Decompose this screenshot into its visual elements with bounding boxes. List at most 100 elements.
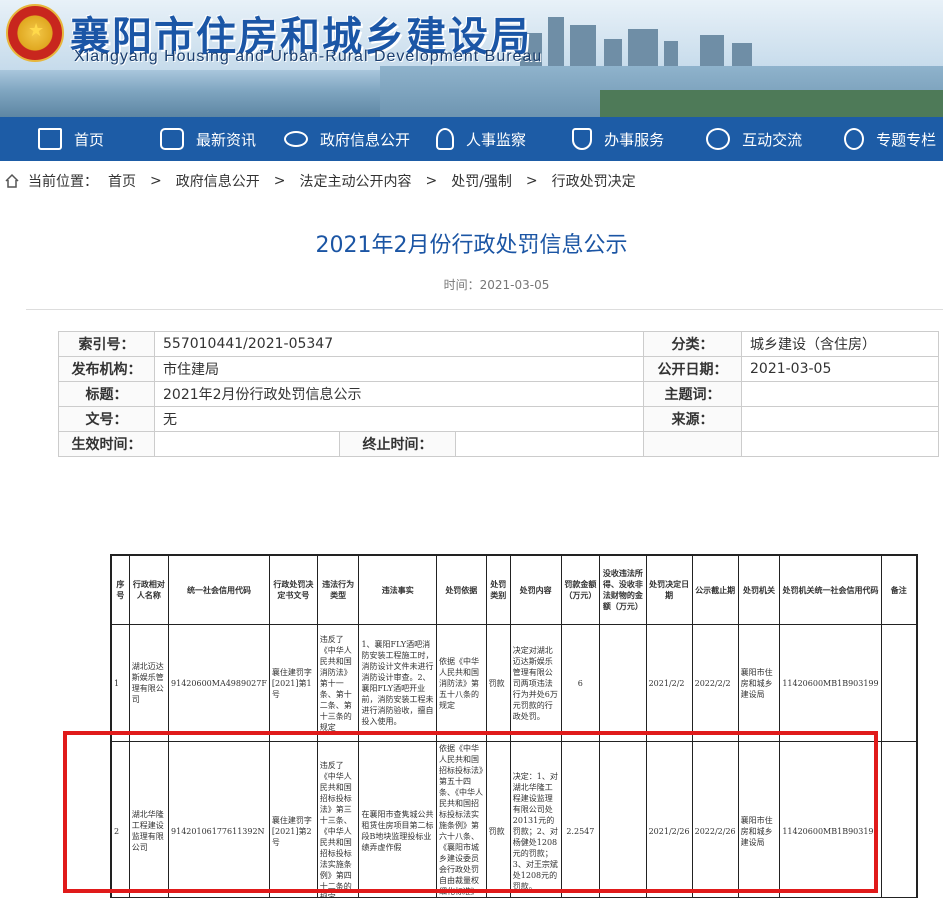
- table-cell: 1: [111, 624, 130, 742]
- banner-building: [570, 25, 596, 69]
- table-header: 处罚机关: [737, 555, 781, 625]
- table-header: 违法行为类型: [316, 555, 360, 625]
- table-header: 行政相对人名称: [128, 555, 170, 625]
- table-cell: 罚款: [485, 624, 511, 742]
- meta-key: 分类：: [643, 331, 742, 357]
- meta-key: 生效时间：: [58, 431, 155, 457]
- table-header: 序号: [111, 555, 130, 625]
- nav-item-gov-info[interactable]: 政府信息公开: [284, 117, 410, 161]
- table-row: 1 湖北迈达斯娱乐管理有限公司 91420600MA4989027F 襄住建罚字…: [111, 624, 917, 742]
- meta-docno: 无: [154, 406, 644, 432]
- meta-org: 市住建局: [154, 356, 644, 382]
- table-header: 处罚机关统一社会信用代码: [779, 555, 882, 625]
- table-cell: 1、襄阳FLY酒吧消防安装工程施工时，消防设计文件未进行消防设计审查。2、襄阳F…: [358, 624, 437, 742]
- table-header: 处罚内容: [509, 555, 562, 625]
- table-cell: 91420600MA4989027F: [168, 624, 270, 742]
- breadcrumb-gov-info[interactable]: 政府信息公开: [176, 171, 260, 191]
- shield-icon: [572, 128, 593, 150]
- main-nav: 首页 最新资讯 政府信息公开 人事监察 办事服务 互动交流 专题专栏: [0, 117, 943, 161]
- table-cell: [880, 741, 917, 897]
- meta-row: 发布机构： 市住建局 公开日期： 2021-03-05: [58, 356, 939, 382]
- nav-item-personnel[interactable]: 人事监察: [436, 117, 526, 161]
- nav-label: 专题专栏: [876, 130, 937, 149]
- table-cell: 违反了《中华人民共和国消防法》第十一条、第十二条、第十三条的规定: [316, 624, 360, 742]
- breadcrumb-label: 当前位置：: [28, 174, 98, 190]
- meta-table: 索引号： 557010441/2021-05347 分类： 城乡建设（含住房） …: [58, 331, 939, 457]
- breadcrumb-separator: >: [273, 173, 286, 189]
- meta-key: 主题词：: [643, 381, 742, 407]
- meta-topic: [741, 381, 939, 407]
- banner-building: [664, 41, 678, 69]
- table-cell: 襄阳市住房和城乡建设局: [737, 624, 781, 742]
- star-icon: [844, 128, 865, 150]
- meta-row: 生效时间： 终止时间：: [58, 431, 939, 457]
- table-header-row: 序号 行政相对人名称 统一社会信用代码 行政处罚决定书文号 违法行为类型 违法事…: [111, 555, 917, 625]
- table-cell: 2022/2/2: [691, 624, 739, 742]
- nav-item-interaction[interactable]: 互动交流: [706, 117, 802, 161]
- home-icon: [5, 173, 19, 188]
- nav-label: 首页: [74, 130, 105, 149]
- home-icon: [38, 128, 62, 150]
- meta-key: 公开日期：: [643, 356, 742, 382]
- breadcrumb-separator: >: [150, 173, 162, 189]
- meta-key: 索引号：: [58, 331, 155, 357]
- publish-time: 时间：2021-03-05: [443, 278, 550, 292]
- eye-icon: [284, 131, 309, 147]
- meta-row: 索引号： 557010441/2021-05347 分类： 城乡建设（含住房）: [58, 331, 939, 357]
- header-banner: ★ 襄阳市住房和城乡建设局 Xiangyang Housing and Urba…: [0, 0, 943, 117]
- table-cell: 决定对湖北迈达斯娱乐管理有限公司两项违法行为并处6万元罚款的行政处罚。: [509, 624, 562, 742]
- table-header: 处罚依据: [435, 555, 487, 625]
- breadcrumb-home[interactable]: 首页: [108, 171, 136, 191]
- banner-building: [628, 29, 658, 69]
- banner-shore: [600, 90, 943, 117]
- breadcrumb-statutory[interactable]: 法定主动公开内容: [299, 171, 411, 191]
- table-header: 统一社会信用代码: [168, 555, 270, 625]
- table-header: 处罚类别: [485, 555, 511, 625]
- table-cell: 襄住建罚字[2021]第1号: [268, 624, 318, 742]
- nav-label: 人事监察: [466, 130, 527, 149]
- nav-item-service[interactable]: 办事服务: [572, 117, 664, 161]
- table-header: 公示截止期: [691, 555, 739, 625]
- nav-label: 政府信息公开: [320, 130, 411, 149]
- person-icon: [436, 128, 455, 150]
- nav-label: 最新资讯: [196, 130, 257, 149]
- breadcrumb-penalty[interactable]: 处罚/强制: [451, 171, 512, 191]
- nav-item-special[interactable]: 专题专栏: [844, 117, 936, 161]
- table-cell: 2021/2/2: [645, 624, 693, 742]
- table-header: 罚款金额（万元）: [560, 555, 601, 625]
- table-cell: [880, 624, 917, 742]
- breadcrumb-separator: >: [425, 173, 438, 189]
- meta-source: [741, 406, 939, 432]
- meta-date: 2021-03-05: [741, 356, 939, 382]
- breadcrumb: 当前位置： 首页 > 政府信息公开 > 法定主动公开内容 > 处罚/强制 > 行…: [0, 168, 636, 194]
- nav-item-news[interactable]: 最新资讯: [160, 117, 256, 161]
- meta-key: [643, 431, 742, 457]
- meta-row: 文号： 无 来源：: [58, 406, 939, 432]
- meta-title: 2021年2月份行政处罚信息公示: [154, 381, 644, 407]
- breadcrumb-current[interactable]: 行政处罚决定: [552, 171, 636, 191]
- meta-key: 来源：: [643, 406, 742, 432]
- meta-row: 标题： 2021年2月份行政处罚信息公示 主题词：: [58, 381, 939, 407]
- meta-empty: [741, 431, 939, 457]
- divider: [26, 309, 943, 310]
- table-cell: 湖北迈达斯娱乐管理有限公司: [128, 624, 170, 742]
- news-icon: [160, 128, 185, 150]
- table-cell: 11420600MB1B903199: [779, 624, 882, 742]
- table-cell: 6: [560, 624, 601, 742]
- meta-effective: [154, 431, 340, 457]
- nav-item-home[interactable]: 首页: [38, 117, 104, 161]
- nav-label: 办事服务: [604, 130, 665, 149]
- national-emblem-icon: ★: [6, 4, 64, 62]
- meta-key: 发布机构：: [58, 356, 155, 382]
- site-subtitle: Xiangyang Housing and Urban-Rural Develo…: [74, 48, 543, 65]
- banner-building: [700, 35, 724, 69]
- banner-building: [548, 17, 564, 69]
- highlight-box: [63, 731, 878, 893]
- page-title: 2021年2月份行政处罚信息公示: [315, 233, 628, 258]
- table-header: 行政处罚决定书文号: [268, 555, 318, 625]
- meta-end: [455, 431, 644, 457]
- meta-key: 终止时间：: [339, 431, 456, 457]
- meta-key: 文号：: [58, 406, 155, 432]
- meta-key: 标题：: [58, 381, 155, 407]
- table-cell: 依据《中华人民共和国消防法》第五十八条的规定: [435, 624, 487, 742]
